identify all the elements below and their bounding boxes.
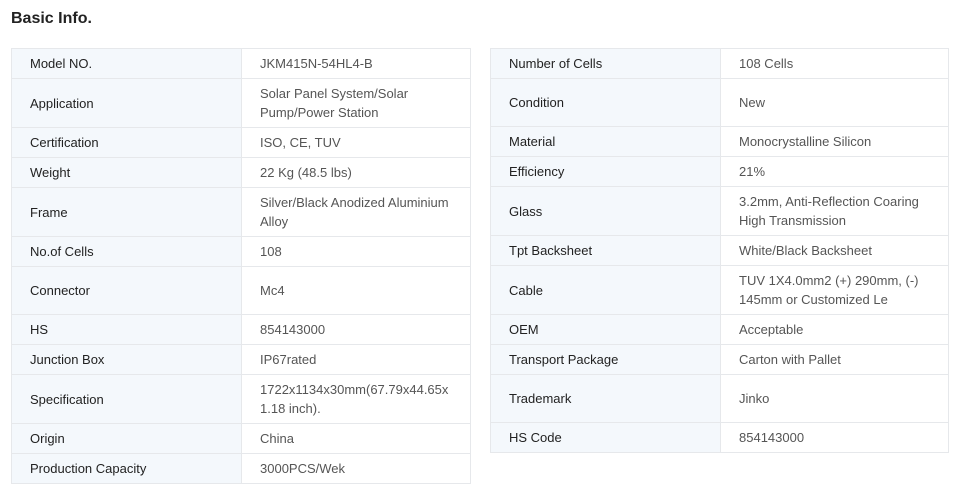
attribute-label: Frame xyxy=(11,187,242,237)
table-row: Glass 3.2mm, Anti-Reflection Coaring High… xyxy=(490,186,949,236)
table-row: Connector Mc4 xyxy=(11,266,471,315)
attribute-label: Trademark xyxy=(490,374,721,423)
attribute-value: 854143000 xyxy=(720,422,949,453)
table-row: OEM Acceptable xyxy=(490,314,949,345)
table-row: Junction Box IP67rated xyxy=(11,344,471,375)
attribute-label: Junction Box xyxy=(11,344,242,375)
attribute-label: HS xyxy=(11,314,242,345)
attribute-label: Model NO. xyxy=(11,48,242,79)
attribute-value: TUV 1X4.0mm2 (+) 290mm, (-) 145mm or Cus… xyxy=(720,265,949,315)
table-row: Application Solar Panel System/Solar Pump… xyxy=(11,78,471,128)
attribute-value: White/Black Backsheet xyxy=(720,235,949,266)
attribute-label: Production Capacity xyxy=(11,453,242,484)
attribute-label: Tpt Backsheet xyxy=(490,235,721,266)
table-row: Tpt Backsheet White/Black Backsheet xyxy=(490,235,949,266)
table-row: HS 854143000 xyxy=(11,314,471,345)
attribute-value: 3000PCS/Wek xyxy=(241,453,471,484)
attribute-label: Condition xyxy=(490,78,721,127)
table-row: Cable TUV 1X4.0mm2 (+) 290mm, (-) 145mm o… xyxy=(490,265,949,315)
section-title: Basic Info. xyxy=(11,10,92,27)
table-row: No.of Cells 108 xyxy=(11,236,471,267)
attribute-value: 854143000 xyxy=(241,314,471,345)
attribute-value: 108 Cells xyxy=(720,48,949,79)
attribute-value: Monocrystalline Silicon xyxy=(720,126,949,157)
table-row: Condition New xyxy=(490,78,949,127)
attribute-label: Connector xyxy=(11,266,242,315)
table-row: Transport Package Carton with Pallet xyxy=(490,344,949,375)
attribute-label: Application xyxy=(11,78,242,128)
attribute-value: IP67rated xyxy=(241,344,471,375)
attribute-label: Efficiency xyxy=(490,156,721,187)
table-row: Efficiency 21% xyxy=(490,156,949,187)
attribute-label: Origin xyxy=(11,423,242,454)
table-row: Certification ISO, CE, TUV xyxy=(11,127,471,158)
table-row: Frame Silver/Black Anodized Aluminium All… xyxy=(11,187,471,237)
attribute-value: ISO, CE, TUV xyxy=(241,127,471,158)
table-row: Trademark Jinko xyxy=(490,374,949,423)
attribute-value: 108 xyxy=(241,236,471,267)
table-row: Specification 1722x1134x30mm(67.79x44.65x… xyxy=(11,374,471,424)
attribute-value: 1722x1134x30mm(67.79x44.65x 1.18 inch). xyxy=(241,374,471,424)
attribute-label: Material xyxy=(490,126,721,157)
attribute-label: No.of Cells xyxy=(11,236,242,267)
attribute-label: HS Code xyxy=(490,422,721,453)
table-row: Weight 22 Kg (48.5 lbs) xyxy=(11,157,471,188)
table-row: Origin China xyxy=(11,423,471,454)
right-table-body: Number of Cells 108 Cells Condition New Mate… xyxy=(490,48,949,453)
attribute-label: Glass xyxy=(490,186,721,236)
table-row: Production Capacity 3000PCS/Wek xyxy=(11,453,471,484)
attribute-value: Acceptable xyxy=(720,314,949,345)
left-table-body: Model NO. JKM415N-54HL4-B Application Solar… xyxy=(11,48,471,484)
attribute-value: 3.2mm, Anti-Reflection Coaring High Tran… xyxy=(720,186,949,236)
table-row: Number of Cells 108 Cells xyxy=(490,48,949,79)
attribute-label: OEM xyxy=(490,314,721,345)
basic-info-table-right: Number of Cells 108 Cells Condition New Mate… xyxy=(490,48,949,453)
basic-info-table-left: Model NO. JKM415N-54HL4-B Application Solar… xyxy=(11,48,471,484)
attribute-label: Transport Package xyxy=(490,344,721,375)
attribute-label: Weight xyxy=(11,157,242,188)
attribute-value: JKM415N-54HL4-B xyxy=(241,48,471,79)
attribute-value: Carton with Pallet xyxy=(720,344,949,375)
attribute-value: Jinko xyxy=(720,374,949,423)
attribute-value: China xyxy=(241,423,471,454)
attribute-value: 21% xyxy=(720,156,949,187)
attribute-value: 22 Kg (48.5 lbs) xyxy=(241,157,471,188)
attribute-value: Mc4 xyxy=(241,266,471,315)
table-row: HS Code 854143000 xyxy=(490,422,949,453)
attribute-label: Number of Cells xyxy=(490,48,721,79)
attribute-label: Specification xyxy=(11,374,242,424)
attribute-value: Silver/Black Anodized Aluminium Alloy xyxy=(241,187,471,237)
table-row: Model NO. JKM415N-54HL4-B xyxy=(11,48,471,79)
attribute-label: Certification xyxy=(11,127,242,158)
attribute-value: Solar Panel System/Solar Pump/Power Stat… xyxy=(241,78,471,128)
attribute-label: Cable xyxy=(490,265,721,315)
table-row: Material Monocrystalline Silicon xyxy=(490,126,949,157)
attribute-value: New xyxy=(720,78,949,127)
